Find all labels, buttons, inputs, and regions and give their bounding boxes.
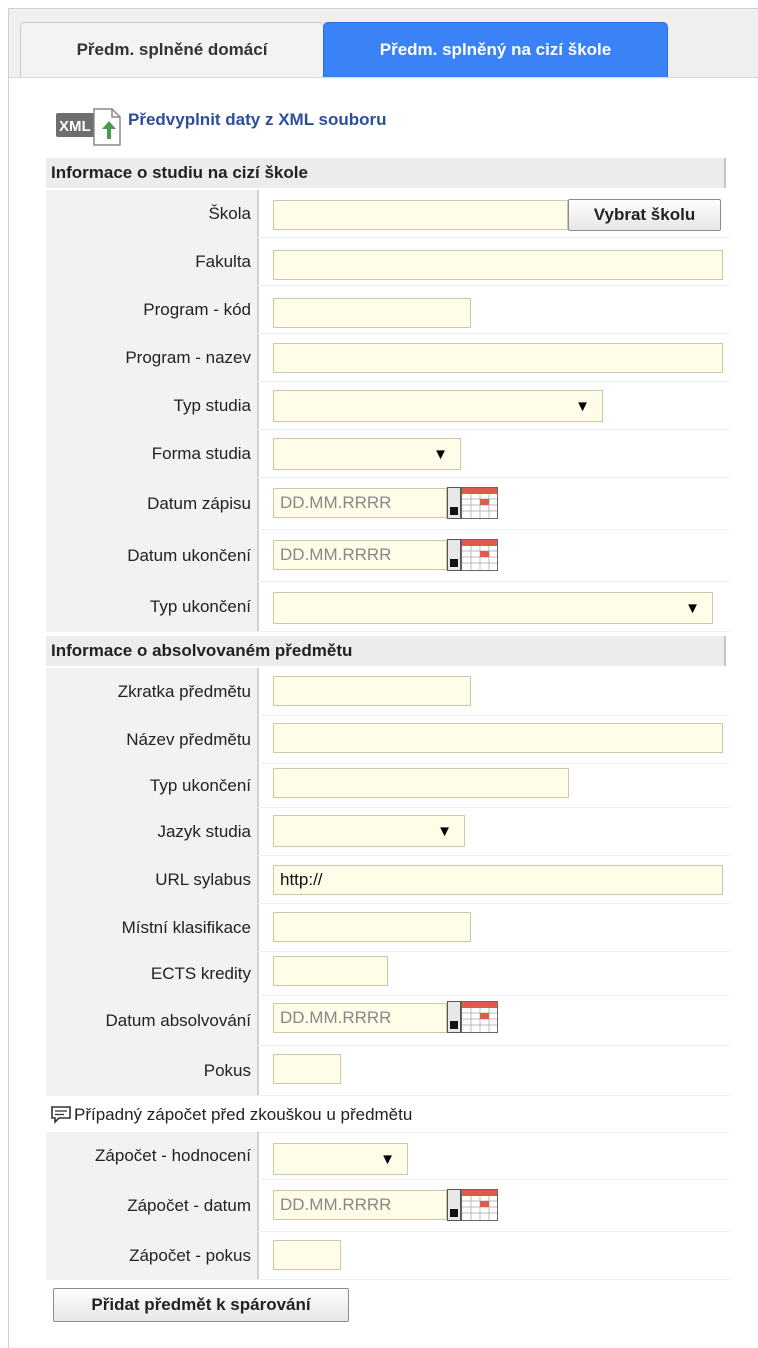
credit-grade-select[interactable]: ▼ — [273, 1143, 408, 1175]
row-credit-date: Zápočet - datum DD.MM.RRRR — [46, 1180, 730, 1232]
study-type-label: Typ studia — [46, 382, 259, 429]
row-completion-date: Datum absolvování DD.MM.RRRR — [46, 996, 730, 1046]
row-syllabus-url: URL sylabus http:// — [46, 856, 730, 904]
row-language: Jazyk studia ▼ — [46, 808, 730, 856]
row-credit-grade: Zápočet - hodnocení ▼ — [46, 1132, 730, 1180]
section-study-header: Informace o studiu na cizí škole — [46, 158, 726, 188]
xml-upload-icon: XML — [56, 108, 121, 146]
study-form-select[interactable]: ▼ — [273, 438, 461, 470]
calendar-icon — [447, 1189, 498, 1221]
add-course-button[interactable]: Přidat předmět k spárování — [53, 1288, 349, 1322]
syllabus-url-label: URL sylabus — [46, 856, 259, 903]
chevron-down-icon: ▼ — [380, 1150, 395, 1168]
credit-attempt-label: Zápočet - pokus — [46, 1232, 259, 1279]
study-type-select[interactable]: ▼ — [273, 390, 603, 422]
tab-foreign-courses[interactable]: Předm. splněný na cizí škole — [323, 22, 668, 77]
study-form-label: Forma studia — [46, 430, 259, 477]
row-attempt: Pokus — [46, 1046, 730, 1096]
program-code-label: Program - kód — [46, 286, 259, 333]
course-abbr-label: Zkratka předmětu — [46, 668, 259, 715]
row-faculty: Fakulta — [46, 238, 730, 286]
xml-import-label[interactable]: Předvyplnit daty z XML souboru — [128, 110, 387, 130]
credit-date-placeholder: DD.MM.RRRR — [280, 1195, 392, 1214]
language-select[interactable]: ▼ — [273, 815, 465, 847]
credit-grade-label: Zápočet - hodnocení — [46, 1132, 259, 1179]
end-date-placeholder: DD.MM.RRRR — [280, 545, 392, 564]
row-end-type: Typ ukončení ▼ — [46, 582, 730, 632]
calendar-icon — [447, 487, 498, 519]
completion-date-placeholder: DD.MM.RRRR — [280, 1008, 392, 1027]
xml-import-link[interactable]: XML Předvyplnit daty z XML souboru — [54, 107, 387, 147]
credit-date-label: Zápočet - datum — [46, 1180, 259, 1231]
attempt-label: Pokus — [46, 1046, 259, 1095]
end-type-label: Typ ukončení — [46, 582, 259, 631]
attempt-input[interactable] — [273, 1054, 341, 1084]
row-study-form: Forma studia ▼ — [46, 430, 730, 478]
completion-date-input[interactable]: DD.MM.RRRR — [273, 1003, 447, 1033]
row-program-code: Program - kód — [46, 286, 730, 334]
end-date-calendar-button[interactable] — [447, 539, 499, 571]
comment-icon — [51, 1106, 71, 1124]
credit-note: Případný zápočet před zkouškou u předmět… — [46, 1098, 730, 1133]
row-course-abbr: Zkratka předmětu — [46, 668, 730, 716]
calendar-icon — [447, 1001, 498, 1033]
row-credit-attempt: Zápočet - pokus — [46, 1232, 730, 1280]
enroll-date-label: Datum zápisu — [46, 478, 259, 529]
enroll-date-calendar-button[interactable] — [447, 487, 499, 519]
row-enroll-date: Datum zápisu DD.MM.RRRR — [46, 478, 730, 530]
course-end-type-label: Typ ukončení — [46, 764, 259, 807]
end-date-input[interactable]: DD.MM.RRRR — [273, 540, 447, 570]
program-code-input[interactable] — [273, 298, 471, 328]
school-input[interactable] — [273, 200, 568, 230]
course-end-type-input[interactable] — [273, 768, 569, 798]
program-name-label: Program - nazev — [46, 334, 259, 381]
section-course-header: Informace o absolvovaném předmětu — [46, 636, 726, 666]
completion-date-label: Datum absolvování — [46, 996, 259, 1045]
faculty-label: Fakulta — [46, 238, 259, 285]
syllabus-url-input[interactable]: http:// — [273, 865, 723, 895]
course-name-label: Název předmětu — [46, 716, 259, 763]
language-label: Jazyk studia — [46, 808, 259, 855]
enroll-date-input[interactable]: DD.MM.RRRR — [273, 488, 447, 518]
chevron-down-icon: ▼ — [433, 445, 448, 463]
credit-date-input[interactable]: DD.MM.RRRR — [273, 1190, 447, 1220]
section-course-title: Informace o absolvovaném předmětu — [51, 641, 353, 660]
row-program-name: Program - nazev — [46, 334, 730, 382]
choose-school-button[interactable]: Vybrat školu — [568, 199, 721, 231]
row-course-name: Název předmětu — [46, 716, 730, 764]
row-study-type: Typ studia ▼ — [46, 382, 730, 430]
course-abbr-input[interactable] — [273, 676, 471, 706]
local-grade-label: Místní klasifikace — [46, 904, 259, 951]
svg-text:XML: XML — [59, 118, 91, 135]
tab-home-courses[interactable]: Předm. splněné domácí — [20, 22, 324, 77]
school-label: Škola — [46, 190, 259, 237]
row-ects: ECTS kredity — [46, 952, 730, 996]
tab-bar: Předm. splněné domácí Předm. splněný na … — [9, 9, 758, 78]
course-name-input[interactable] — [273, 723, 723, 753]
row-course-end-type: Typ ukončení — [46, 764, 730, 808]
row-end-date: Datum ukončení DD.MM.RRRR — [46, 530, 730, 582]
ects-label: ECTS kredity — [46, 952, 259, 995]
credit-attempt-input[interactable] — [273, 1240, 341, 1270]
calendar-icon — [447, 539, 498, 571]
row-school: Škola Vybrat školu — [46, 190, 730, 238]
end-type-select[interactable]: ▼ — [273, 592, 713, 624]
local-grade-input[interactable] — [273, 912, 471, 942]
end-date-label: Datum ukončení — [46, 530, 259, 581]
enroll-date-placeholder: DD.MM.RRRR — [280, 493, 392, 512]
completion-date-calendar-button[interactable] — [447, 1001, 499, 1033]
section-study-title: Informace o studiu na cizí škole — [51, 163, 308, 182]
credit-date-calendar-button[interactable] — [447, 1189, 499, 1221]
ects-input[interactable] — [273, 956, 388, 986]
credit-note-text: Případný zápočet před zkouškou u předmět… — [74, 1105, 413, 1124]
chevron-down-icon: ▼ — [685, 599, 700, 617]
chevron-down-icon: ▼ — [575, 397, 590, 415]
faculty-input[interactable] — [273, 250, 723, 280]
row-local-grade: Místní klasifikace — [46, 904, 730, 952]
program-name-input[interactable] — [273, 343, 723, 373]
chevron-down-icon: ▼ — [437, 822, 452, 840]
